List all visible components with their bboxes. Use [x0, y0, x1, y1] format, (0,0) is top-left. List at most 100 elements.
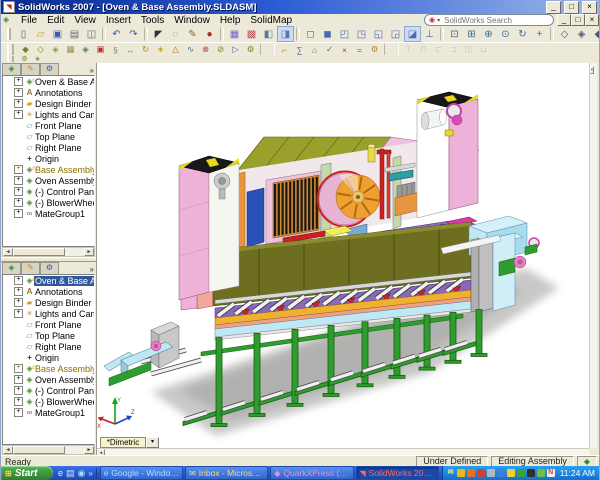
- pan-button[interactable]: +: [531, 26, 548, 42]
- zoom-fit-button[interactable]: ⊡: [446, 26, 463, 42]
- tray-icon-1[interactable]: [457, 469, 465, 477]
- hidden-lines-visible-button[interactable]: ◈: [573, 26, 590, 42]
- tray-icon-8[interactable]: [527, 469, 535, 477]
- expand-plus-icon[interactable]: [14, 198, 23, 207]
- rotate-view-button[interactable]: ↻: [514, 26, 531, 42]
- task-quarkxpress[interactable]: ◆ QuarkXPress (tm) - [fron...: [270, 466, 353, 480]
- right-plane[interactable]: Right Plane: [3, 341, 94, 352]
- select-button[interactable]: ◤: [150, 26, 167, 42]
- print-preview-button[interactable]: ◫: [83, 26, 100, 42]
- expand-plus-icon[interactable]: [14, 397, 23, 406]
- menu-item[interactable]: SolidMap: [245, 15, 297, 26]
- view-isometric-button[interactable]: ◪: [404, 26, 421, 42]
- menu-item[interactable]: Help: [215, 15, 246, 26]
- lights-and-cameras[interactable]: Lights and Cameras: [3, 109, 94, 120]
- open-button[interactable]: ▱: [32, 26, 49, 42]
- menu-item[interactable]: Tools: [136, 15, 169, 26]
- tray-icon-9[interactable]: [537, 469, 545, 477]
- doc-minimize-button[interactable]: _: [557, 14, 571, 26]
- expand-plus-icon[interactable]: [14, 209, 23, 218]
- lights-and-cameras[interactable]: Lights and Cameras: [3, 308, 94, 319]
- lasso-select-button[interactable]: ◌: [167, 26, 184, 42]
- expand-plus-icon[interactable]: [14, 110, 23, 119]
- wireframe-button[interactable]: ◇: [556, 26, 573, 42]
- mategroup1[interactable]: MateGroup1: [3, 208, 94, 219]
- scroll-left-arrow[interactable]: ◄: [3, 248, 13, 256]
- start-button[interactable]: ⊞ Start: [1, 466, 53, 480]
- control-panel-assembly[interactable]: (-) Control Panel Assembly<1: [3, 186, 94, 197]
- make-assembly-button[interactable]: ◨: [277, 26, 294, 42]
- menu-item[interactable]: Window: [169, 15, 215, 26]
- task-outlook-inbox[interactable]: ✉ Inbox - Microsoft Outlook: [185, 466, 268, 480]
- sketch-button[interactable]: ✎: [184, 26, 201, 42]
- scroll-thumb[interactable]: [13, 248, 65, 256]
- close-button[interactable]: ×: [582, 1, 597, 14]
- view-left-button[interactable]: ◰: [336, 26, 353, 42]
- base-assembly[interactable]: Base Assembly<1> (Defa: [3, 363, 94, 374]
- task-google-ie[interactable]: e Google - Windows Intern...: [100, 466, 183, 480]
- texture-button[interactable]: ▩: [243, 26, 260, 42]
- zoom-in-out-button[interactable]: ⊕: [480, 26, 497, 42]
- tray-icon-2[interactable]: [467, 469, 475, 477]
- expand-plus-icon[interactable]: [14, 298, 23, 307]
- expand-plus-icon[interactable]: [14, 287, 23, 296]
- view-top-button[interactable]: ◱: [370, 26, 387, 42]
- expand-plus-icon[interactable]: [14, 99, 23, 108]
- design-binder[interactable]: Design Binder: [3, 297, 94, 308]
- expand-plus-icon[interactable]: [14, 77, 23, 86]
- graphics-viewport[interactable]: X Y Z: [97, 63, 592, 448]
- origin[interactable]: Origin: [3, 352, 94, 363]
- featuremanager-tab[interactable]: ◈: [2, 262, 21, 274]
- scroll-thumb[interactable]: [13, 446, 65, 454]
- hidden-lines-removed-button[interactable]: ◆: [590, 26, 600, 42]
- expand-plus-icon[interactable]: [14, 88, 23, 97]
- chevron-down-icon[interactable]: ▾: [437, 17, 440, 24]
- doc-restore-button[interactable]: □: [571, 14, 585, 26]
- view-bottom-button[interactable]: ◲: [387, 26, 404, 42]
- task-solidworks[interactable]: ◥ SolidWorks 2007 - [O...: [356, 466, 439, 480]
- annotations[interactable]: Annotations: [3, 286, 94, 297]
- panel-horizontal-scrollbar[interactable]: ◄ ►: [2, 247, 95, 257]
- panel-overflow-chevron[interactable]: »: [90, 265, 94, 274]
- tray-norton-icon[interactable]: N: [547, 469, 555, 477]
- search-input[interactable]: [442, 15, 549, 26]
- quick-launch-overflow-chevron[interactable]: »: [88, 469, 92, 478]
- configurationmanager-tab[interactable]: ⚙: [40, 262, 59, 274]
- oven-assembly[interactable]: Oven Assembly<1> (Default<: [3, 175, 94, 186]
- zoom-selection-button[interactable]: ⊙: [497, 26, 514, 42]
- solidworks-search-box[interactable]: ◉ ▾: [424, 14, 554, 26]
- propertymanager-tab[interactable]: ✎: [21, 262, 40, 274]
- viewport-vertical-scrollbar[interactable]: ▪: [589, 63, 597, 448]
- menu-item[interactable]: File: [16, 15, 42, 26]
- mategroup1[interactable]: MateGroup1: [3, 407, 94, 418]
- scroll-right-arrow[interactable]: ►: [84, 248, 94, 256]
- show-desktop-icon[interactable]: ▤: [66, 468, 75, 479]
- design-binder[interactable]: Design Binder: [3, 98, 94, 109]
- tray-icon-7[interactable]: [517, 469, 525, 477]
- panel-overflow-chevron[interactable]: »: [90, 66, 94, 75]
- edit-color-button[interactable]: ▦: [226, 26, 243, 42]
- scroll-up-arrow[interactable]: ▪: [590, 66, 594, 74]
- normal-to-button[interactable]: ⊥: [421, 26, 438, 42]
- expand-plus-icon[interactable]: [14, 176, 23, 185]
- rebuild-button[interactable]: ●: [201, 26, 218, 42]
- tray-icon-6[interactable]: [507, 469, 515, 477]
- print-button[interactable]: ▤: [66, 26, 83, 42]
- model-canvas[interactable]: X Y Z: [97, 63, 592, 448]
- view-right-button[interactable]: ◳: [353, 26, 370, 42]
- redo-button[interactable]: ↷: [125, 26, 142, 42]
- tray-mail-icon[interactable]: ✉: [447, 469, 455, 477]
- menu-item[interactable]: Edit: [42, 15, 69, 26]
- front-plane[interactable]: Front Plane: [3, 319, 94, 330]
- panel-horizontal-scrollbar[interactable]: ◄ ►: [2, 445, 95, 455]
- view-back-button[interactable]: ◼: [319, 26, 336, 42]
- right-plane[interactable]: Right Plane: [3, 142, 94, 153]
- expand-plus-icon[interactable]: [14, 408, 23, 417]
- tray-icon-3[interactable]: [477, 469, 485, 477]
- view-orientation-dropdown[interactable]: *Dimetric: [100, 437, 159, 448]
- doc-close-button[interactable]: ×: [585, 14, 599, 26]
- view-orientation-value[interactable]: *Dimetric: [100, 437, 146, 448]
- expand-plus-icon[interactable]: [14, 276, 23, 285]
- internet-explorer-quicklaunch-icon[interactable]: e: [58, 468, 63, 479]
- oven-base-assembly[interactable]: Oven & Base Assembly (Defa: [3, 76, 94, 87]
